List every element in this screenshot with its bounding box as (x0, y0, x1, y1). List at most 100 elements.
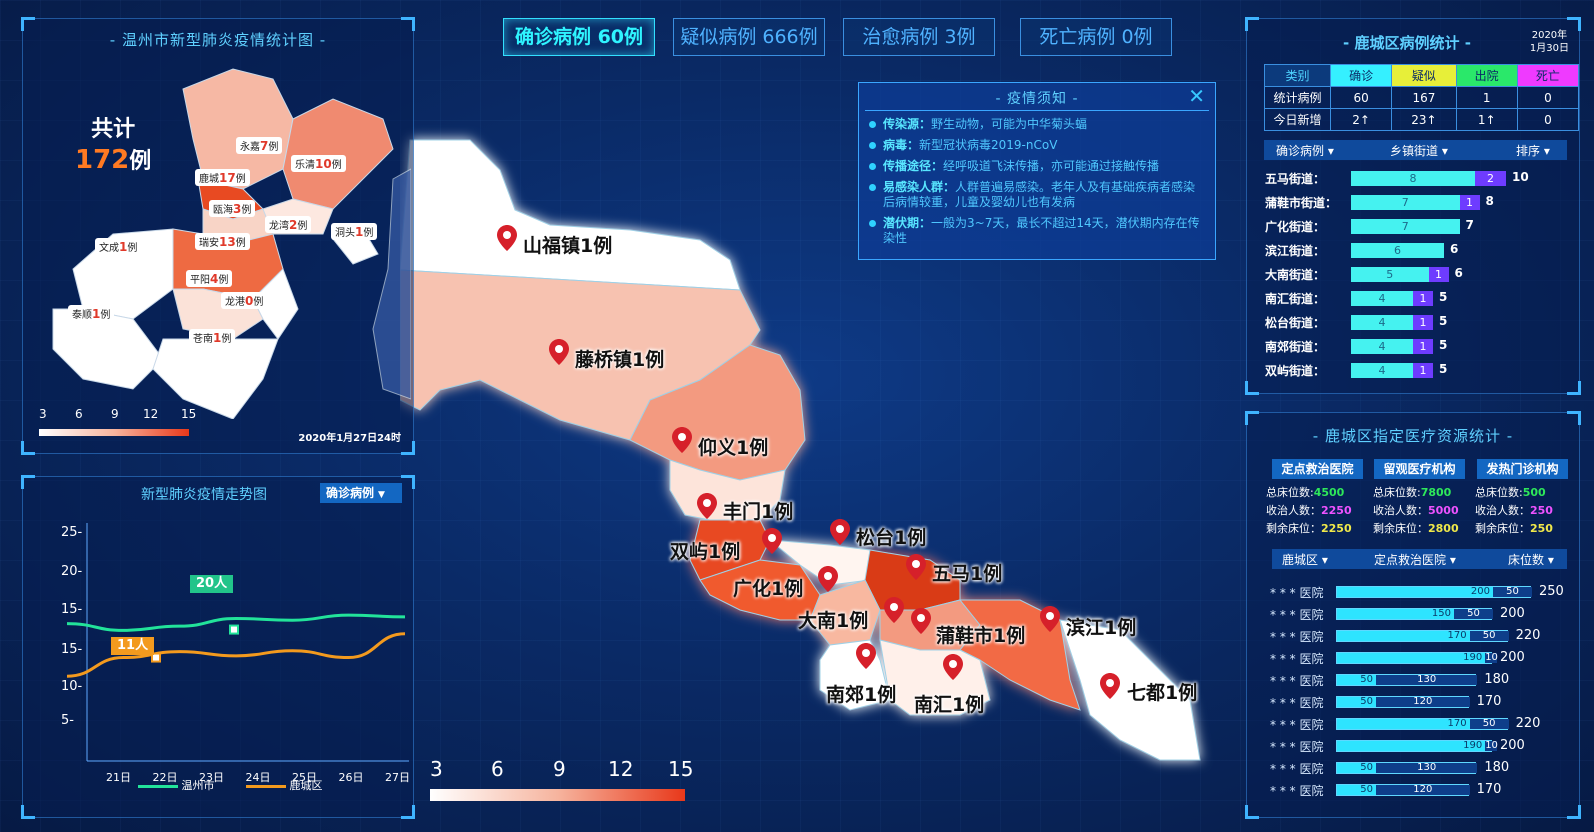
table-cell: 1 (1455, 86, 1518, 109)
trend-dropdown[interactable]: 确诊病例 ▼ (320, 483, 402, 503)
legend-gradient-bar (430, 789, 685, 801)
street-bar-new: 2 (1475, 171, 1506, 186)
location-pin-icon[interactable] (1040, 606, 1060, 632)
hospital-bar: 170 50 (1336, 630, 1509, 642)
region-label-lucheng: 鹿城17例 (195, 169, 250, 186)
region-count: 17 (219, 171, 236, 185)
location-pin-icon[interactable] (1100, 673, 1120, 699)
filter-sort-dropdown[interactable]: 排序 ▾ (1516, 142, 1550, 159)
location-pin-icon[interactable] (906, 554, 926, 580)
table-header-cell: 确诊 (1329, 64, 1393, 87)
hospital-bar: 170 50 (1336, 718, 1509, 730)
location-pin-icon[interactable] (818, 566, 838, 592)
region-name: 龙港 (225, 297, 245, 308)
region-unit: 例 (363, 228, 374, 239)
legend-tick: 6 (75, 407, 83, 421)
filter-beds-dropdown[interactable]: 床位数 ▾ (1508, 551, 1554, 568)
table-cell: 0 (1516, 108, 1580, 131)
stat-suspected-button[interactable]: 疑似病例 666例 (673, 18, 825, 56)
hospital-bar-occupied: 150 (1337, 609, 1454, 619)
street-name: 松台街道： (1265, 316, 1326, 330)
filter-confirmed-dropdown[interactable]: 确诊病例 ▾ (1276, 142, 1334, 159)
hospital-name: * * * 医院 (1270, 762, 1324, 776)
location-pin-icon[interactable] (497, 225, 517, 251)
stat-death-button[interactable]: 死亡病例 0例 (1020, 18, 1172, 56)
table-row-label: 统计病例 (1264, 86, 1331, 109)
left-value: 2800 (1428, 522, 1459, 535)
street-bar-new: 1 (1413, 339, 1433, 354)
street-bar-new: 1 (1413, 315, 1433, 330)
location-pin-icon[interactable] (830, 519, 850, 545)
hospital-bar: 50 130 (1336, 674, 1478, 686)
district-stats-title: - 鹿城区病例统计 - (1343, 34, 1471, 52)
admit-value: 250 (1530, 504, 1553, 517)
street-bar-new: 1 (1413, 363, 1433, 378)
medical-col-2-admit: 收治人数：250 (1475, 502, 1553, 518)
region-label-ruian: 瑞安13例 (195, 233, 250, 250)
hospital-bar: 50 130 (1336, 762, 1478, 774)
street-total: 5 (1439, 314, 1448, 328)
pin-label-songtai: 松台1例 (856, 527, 927, 549)
pin-label-qidu: 七都1例 (1127, 682, 1198, 704)
medical-col-head: 发热门诊机构 (1477, 459, 1568, 479)
region-label-yueqing: 乐清10例 (291, 155, 346, 172)
street-bar-confirmed: 5 (1351, 267, 1429, 282)
street-name: 双屿街道： (1265, 364, 1326, 378)
district-stats-title-text: 鹿城区病例统计 (1354, 34, 1460, 52)
region-count: 13 (219, 235, 236, 249)
hospital-bar-free: 50 (1493, 587, 1532, 597)
hospital-bar-occupied: 170 (1337, 719, 1470, 729)
y-tick-label: 25- (61, 525, 83, 540)
hospital-bar-occupied: 190 (1337, 741, 1486, 751)
hospital-name: * * * 医院 (1270, 630, 1324, 644)
hospital-bar-free: 130 (1376, 763, 1478, 773)
location-pin-icon[interactable] (762, 528, 782, 554)
hospital-bar-occupied: 50 (1337, 697, 1376, 707)
location-pin-icon[interactable] (884, 597, 904, 623)
location-pin-icon[interactable] (856, 643, 876, 669)
notice-text: 新型冠状病毒2019-nCoV (919, 138, 1058, 152)
legend-gradient-bar (39, 429, 189, 436)
location-pin-icon[interactable] (911, 608, 931, 634)
street-total: 8 (1485, 194, 1494, 208)
stat-cured-button[interactable]: 治愈病例 3例 (843, 18, 995, 56)
beds-label: 总床位数: (1373, 486, 1421, 499)
beds-label: 总床位数: (1266, 486, 1314, 499)
hospital-bar: 190 10 (1336, 740, 1498, 752)
table-cell: 1↑ (1455, 108, 1518, 131)
street-name: 大南街道： (1265, 268, 1326, 282)
location-pin-icon[interactable] (549, 339, 569, 365)
street-row: 滨江街道： 6 6 (1265, 242, 1575, 259)
trend-dropdown-label: 确诊病例 (326, 486, 375, 500)
region-label-longgang: 龙港0例 (221, 292, 268, 309)
left-value: 2250 (1321, 522, 1352, 535)
region-name: 平阳 (190, 275, 210, 286)
stat-confirmed-button[interactable]: 确诊病例 60例 (503, 18, 655, 56)
pin-label-nanjiao: 南郊1例 (826, 684, 897, 706)
table-cell: 167 (1391, 86, 1457, 109)
region-label-wencheng: 文成1例 (95, 238, 142, 255)
trend-callout-lucheng: 11人 (111, 637, 155, 655)
location-pin-icon[interactable] (943, 654, 963, 680)
street-total: 6 (1450, 242, 1459, 256)
filter-district-dropdown[interactable]: 鹿城区 ▾ (1282, 551, 1328, 568)
location-pin-icon[interactable] (672, 427, 692, 453)
hospital-bar: 50 120 (1336, 784, 1470, 796)
legend-tick: 3 (39, 407, 47, 421)
street-name: 广化街道： (1265, 220, 1326, 234)
region-label-yongjia: 永嘉7例 (236, 137, 283, 154)
notice-item: 潜伏期：一般为3~7天，最长不超过14天，潜伏期内存在传染性 (869, 216, 1205, 246)
hospital-row: * * * 医院 190 10 200 (1270, 650, 1580, 666)
chevron-down-icon: ▼ (378, 490, 385, 500)
street-bar-confirmed: 7 (1351, 219, 1460, 234)
location-pin-icon[interactable] (697, 493, 717, 519)
table-header-cell: 类别 (1264, 64, 1331, 87)
hospital-total: 170 (1476, 694, 1502, 709)
pin-label-tengqiao: 藤桥镇1例 (575, 349, 665, 371)
filter-street-dropdown[interactable]: 乡镇街道 ▾ (1390, 142, 1448, 159)
close-icon[interactable]: ✕ (1188, 84, 1205, 108)
hospital-bar: 190 10 (1336, 652, 1498, 664)
notice-key: 易感染人群： (883, 180, 956, 194)
region-shanfu (400, 139, 741, 291)
filter-hospital-dropdown[interactable]: 定点救治医院 ▾ (1374, 551, 1456, 568)
